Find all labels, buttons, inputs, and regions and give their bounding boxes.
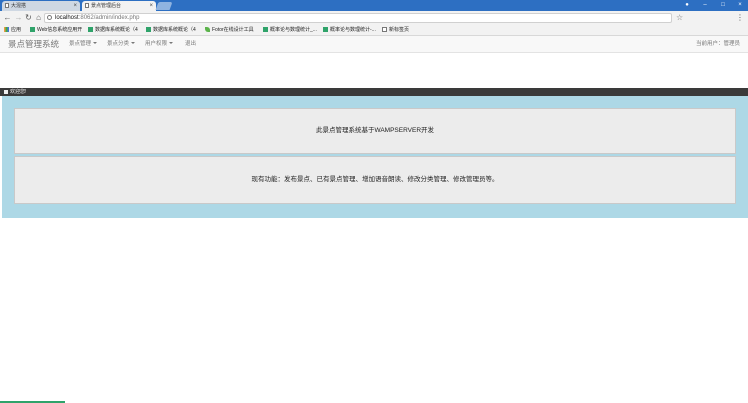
menu-icon[interactable]: ⋮ [736,13,744,23]
bookmark-label: Web信息系统应用开 [37,27,83,33]
bookmark-label: 概率论与数理统计-... [330,27,376,33]
apps-grid-icon [4,27,9,32]
page-icon [85,3,89,8]
bookmark-item[interactable]: Web信息系统应用开 [30,26,82,35]
bookmark-label: Fotor在线设计工具 [212,27,254,33]
app-brand[interactable]: 景点管理系统 [8,39,59,50]
browser-titlebar: 大混搭 × 景点管理后台 × ● – □ × [0,0,748,11]
monitor-icon [4,90,8,94]
nav-label: 景点分类 [107,41,130,47]
bookmark-label: 数据库系统概论（4 [95,27,138,33]
nav-scenic-management[interactable]: 景点管理 [69,40,98,49]
bookmark-label: 概率论与数理统计_... [270,27,317,33]
fotor-icon [205,27,210,32]
nav-logout[interactable]: 退出 [185,40,196,49]
page-icon [382,27,387,32]
browser-tab-1[interactable]: 大混搭 × [2,1,80,11]
caret-down-icon [131,42,136,44]
close-icon[interactable]: × [149,1,153,11]
info-icon[interactable] [47,15,52,20]
minimize-icon[interactable]: – [698,0,712,11]
features-text: 现有功能：发布景点、已有景点管理、增加语音朗读、修改分类管理、修改管理员等。 [251,176,499,183]
bookmarks-bar: 应用 Web信息系统应用开 数据库系统概论（4 数据库系统概论（4 Fotor在… [0,25,748,36]
close-icon[interactable]: × [73,1,77,11]
home-icon[interactable]: ⌂ [34,13,43,23]
bookmark-label: 数据库系统概论（4 [153,27,196,33]
reload-icon[interactable]: ↻ [24,13,33,23]
caret-down-icon [169,42,174,44]
bookmark-apps[interactable]: 应用 [4,26,21,35]
nav-label: 用户权限 [145,41,168,47]
page-icon [5,3,9,8]
nav-scenic-category[interactable]: 景点分类 [107,40,136,49]
breadcrumb: 欢迎您! [0,88,748,96]
url-path: :8062/admin/index.php [78,15,140,21]
nav-label: 景点管理 [69,41,92,47]
bookmark-leaf-icon [30,27,35,32]
url-input[interactable]: localhost:8062/admin/index.php [44,13,672,23]
features-well: 现有功能：发布景点、已有景点管理、增加语音朗读、修改分类管理、修改管理员等。 [14,156,736,204]
bookmark-item[interactable]: Fotor在线设计工具 [205,26,254,35]
new-tab-button[interactable] [155,2,173,10]
content-panel: 此景点管理系统基于WAMPSERVER开发 现有功能：发布景点、已有景点管理、增… [2,96,748,218]
profile-icon[interactable]: ● [680,0,694,11]
tab-title: 大混搭 [11,3,27,9]
tab-title: 景点管理后台 [91,3,122,9]
intro-well: 此景点管理系统基于WAMPSERVER开发 [14,108,736,154]
forward-icon[interactable]: → [14,13,23,23]
nav-label: 退出 [185,41,197,47]
breadcrumb-label: 欢迎您! [10,89,27,95]
back-icon[interactable]: ← [3,13,12,23]
bookmark-item[interactable]: 新标签页 [382,26,409,35]
bookmark-leaf-icon [88,27,93,32]
bookmark-leaf-icon [263,27,268,32]
bookmark-leaf-icon [323,27,328,32]
bookmark-label: 应用 [11,27,22,33]
bookmark-label: 新标签页 [389,27,410,33]
nav-user-permission[interactable]: 用户权限 [145,40,174,49]
bookmark-item[interactable]: 概率论与数理统计-... [323,26,376,35]
caret-down-icon [93,42,98,44]
close-window-icon[interactable]: × [733,0,747,11]
bookmark-item[interactable]: 概率论与数理统计_... [263,26,317,35]
url-host: localhost [55,15,79,21]
bookmark-leaf-icon [146,27,151,32]
app-navbar: 景点管理系统 景点管理 景点分类 用户权限 退出 当前用户：管理员 [0,36,748,53]
bookmark-item[interactable]: 数据库系统概论（4 [146,26,196,35]
address-toolbar: ← → ↻ ⌂ localhost:8062/admin/index.php ☆… [0,11,748,25]
maximize-icon[interactable]: □ [716,0,730,11]
current-user: 当前用户：管理员 [695,41,740,47]
browser-tab-2[interactable]: 景点管理后台 × [82,1,156,11]
bookmark-star-icon[interactable]: ☆ [676,13,683,23]
intro-text: 此景点管理系统基于WAMPSERVER开发 [315,127,435,134]
bookmark-item[interactable]: 数据库系统概论（4 [88,26,138,35]
